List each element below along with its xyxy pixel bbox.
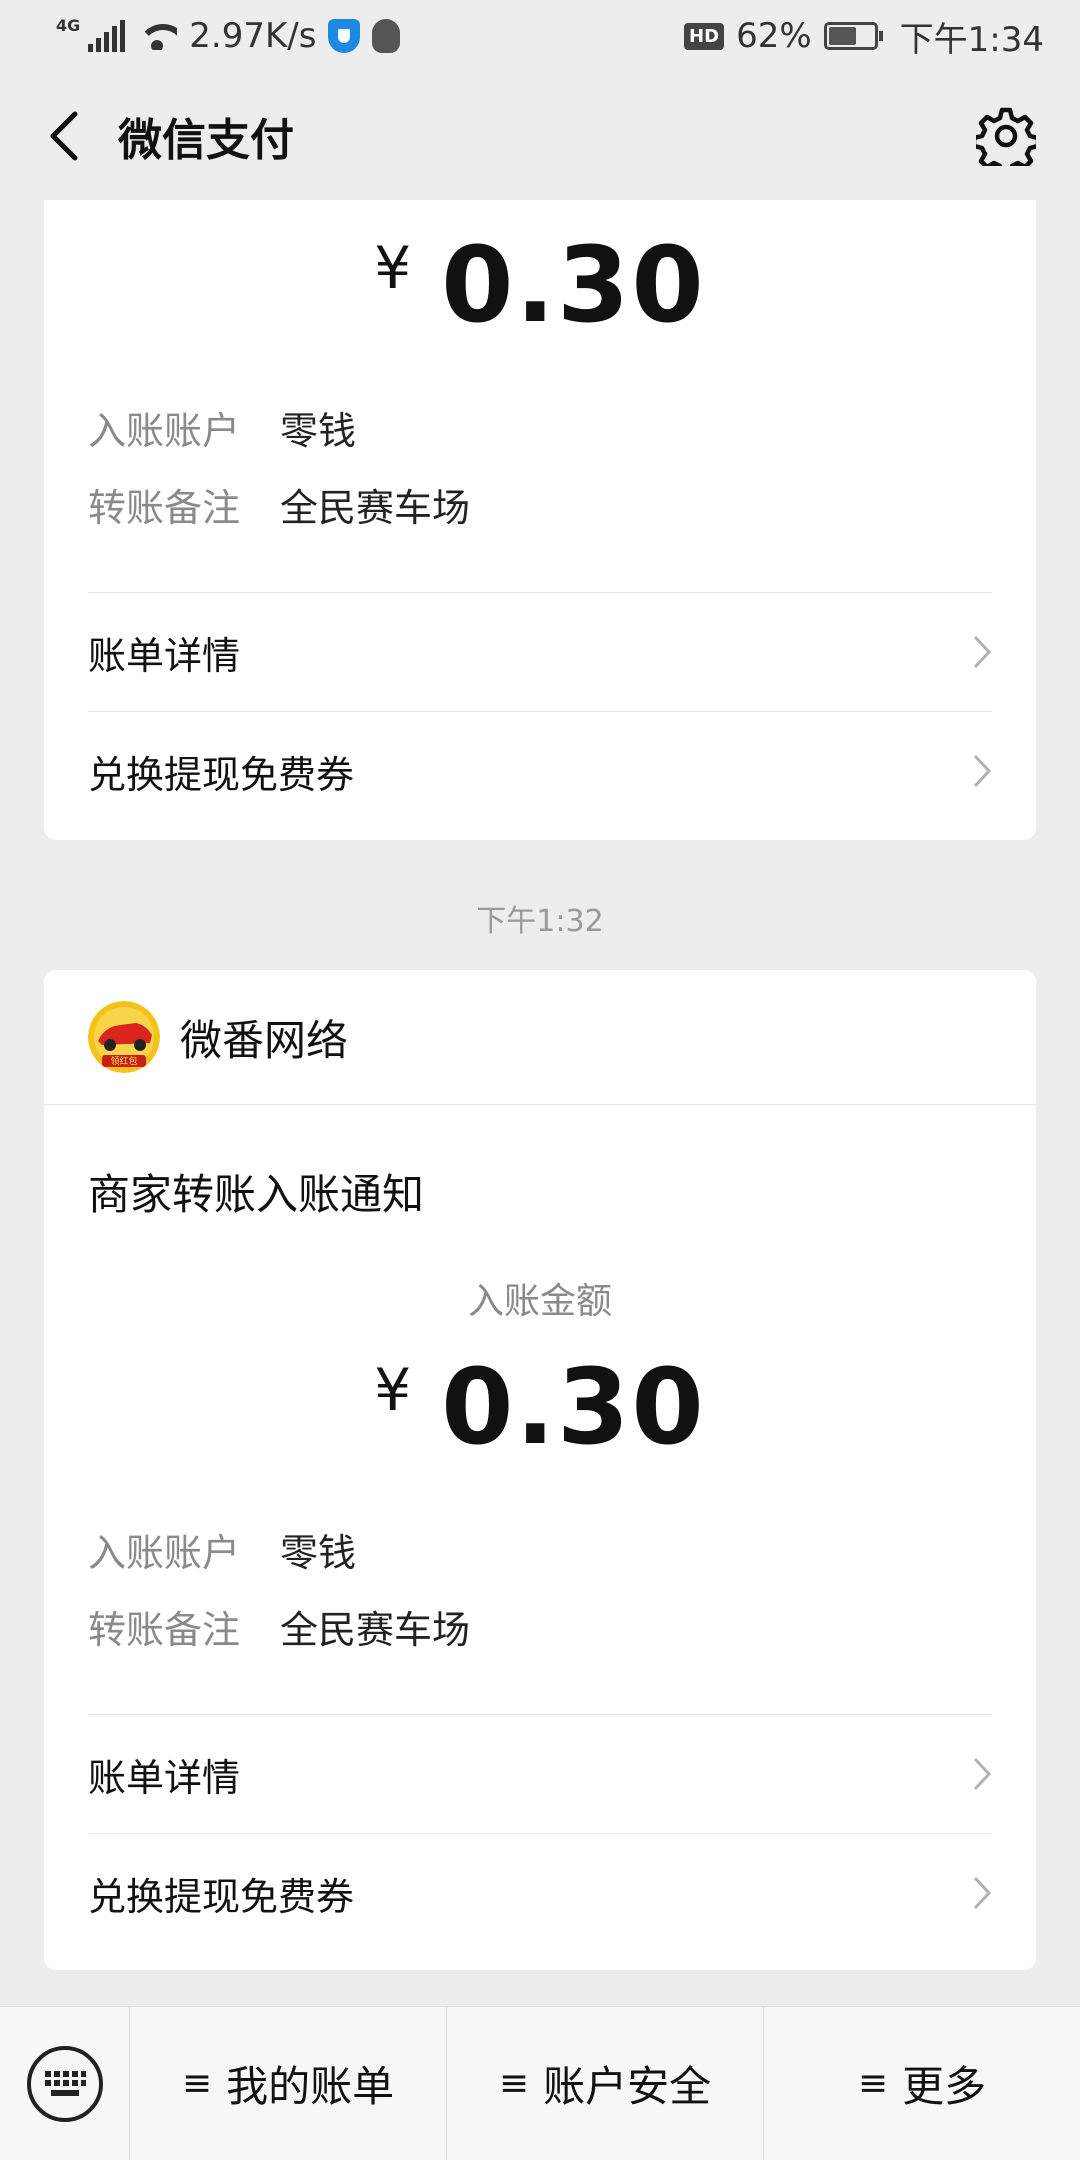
message-list[interactable]: ¥ 0.30 入账账户 零钱 转账备注 全民赛车场 账单详情 兑换提现免费券 下… xyxy=(0,200,1080,2006)
amount-display: ¥ 0.30 xyxy=(44,1346,1036,1468)
clock: 下午1:34 xyxy=(899,19,1044,60)
coupon-row[interactable]: 兑换提现免费券 xyxy=(44,712,1036,830)
chevron-right-icon xyxy=(968,751,996,791)
message-timestamp: 下午1:32 xyxy=(476,904,604,939)
keyboard-icon xyxy=(26,2045,103,2122)
remark-value: 全民赛车场 xyxy=(280,486,471,530)
remark-row: 转账备注 全民赛车场 xyxy=(44,477,1036,532)
bill-details-label: 账单详情 xyxy=(88,633,241,678)
qq-icon xyxy=(372,19,401,53)
settings-button[interactable] xyxy=(972,102,1040,170)
notice-title: 商家转账入账通知 xyxy=(88,1170,425,1219)
merchant-logo: 领红包 xyxy=(88,1001,160,1073)
shield-icon xyxy=(328,19,361,53)
account-row: 入账账户 零钱 xyxy=(44,400,1036,455)
amount-value: 0.30 xyxy=(441,1346,706,1468)
menu-account-security-label: 账户安全 xyxy=(543,2062,712,2111)
back-arrow-icon xyxy=(50,111,78,161)
battery-percent: 62% xyxy=(736,16,812,56)
menu-account-security[interactable]: ≡ 账户安全 xyxy=(447,2006,764,2160)
account-label: 入账账户 xyxy=(88,1531,241,1575)
nav-bar: 微信支付 xyxy=(0,72,1080,200)
battery-icon xyxy=(823,22,883,50)
keyboard-toggle-button[interactable] xyxy=(0,2006,130,2160)
menu-my-bills[interactable]: ≡ 我的账单 xyxy=(130,2006,447,2160)
menu-icon: ≡ xyxy=(857,2063,889,2104)
amount-label: 入账金额 xyxy=(467,1281,612,1322)
remark-value: 全民赛车场 xyxy=(280,1608,471,1652)
signal-icon xyxy=(88,20,126,52)
page-title: 微信支付 xyxy=(118,115,294,166)
currency-symbol: ¥ xyxy=(374,234,412,302)
amount-display: ¥ 0.30 xyxy=(44,224,1036,346)
hd-icon: HD xyxy=(684,22,725,50)
account-row: 入账账户 零钱 xyxy=(44,1522,1036,1577)
payment-card-1: ¥ 0.30 入账账户 零钱 转账备注 全民赛车场 账单详情 兑换提现免费券 xyxy=(44,200,1036,840)
payment-card-2: 领红包 微番网络 商家转账入账通知 入账金额 ¥ 0.30 入账账户 零钱 转账… xyxy=(44,970,1036,1970)
coupon-label: 兑换提现免费券 xyxy=(88,1874,355,1919)
remark-label: 转账备注 xyxy=(88,1608,241,1652)
coupon-label: 兑换提现免费券 xyxy=(88,752,355,797)
chevron-right-icon xyxy=(968,632,996,672)
remark-row: 转账备注 全民赛车场 xyxy=(44,1599,1036,1654)
bill-details-row[interactable]: 账单详情 xyxy=(44,593,1036,711)
chevron-right-icon xyxy=(968,1754,996,1794)
menu-icon: ≡ xyxy=(498,2063,530,2104)
account-value: 零钱 xyxy=(280,1531,357,1575)
status-left: 4G 2.97K/s xyxy=(56,16,401,56)
currency-symbol: ¥ xyxy=(374,1356,412,1424)
wifi-icon xyxy=(137,22,178,50)
status-right: HD 62% 下午1:34 xyxy=(684,12,1044,61)
chevron-right-icon xyxy=(968,1873,996,1913)
menu-my-bills-label: 我的账单 xyxy=(226,2062,395,2111)
divider xyxy=(44,1104,1036,1105)
merchant-logo-text: 领红包 xyxy=(110,1055,137,1067)
network-speed: 2.97K/s xyxy=(189,16,317,56)
status-bar: 4G 2.97K/s HD 62% 下午1:34 xyxy=(0,0,1080,72)
merchant-header[interactable]: 领红包 微番网络 xyxy=(44,970,1036,1104)
coupon-row[interactable]: 兑换提现免费券 xyxy=(44,1834,1036,1952)
network-type: 4G xyxy=(56,16,81,35)
menu-icon: ≡ xyxy=(181,2063,213,2104)
amount-value: 0.30 xyxy=(441,224,706,346)
remark-label: 转账备注 xyxy=(88,486,241,530)
gear-icon xyxy=(976,107,1036,166)
bill-details-row[interactable]: 账单详情 xyxy=(44,1715,1036,1833)
back-button[interactable] xyxy=(18,72,108,200)
account-label: 入账账户 xyxy=(88,409,241,453)
bill-details-label: 账单详情 xyxy=(88,1755,241,1800)
bottom-menu-bar: ≡ 我的账单 ≡ 账户安全 ≡ 更多 xyxy=(0,2006,1080,2160)
account-value: 零钱 xyxy=(280,409,357,453)
merchant-name: 微番网络 xyxy=(180,1015,349,1065)
menu-more[interactable]: ≡ 更多 xyxy=(764,2007,1080,2160)
menu-more-label: 更多 xyxy=(902,2062,987,2111)
